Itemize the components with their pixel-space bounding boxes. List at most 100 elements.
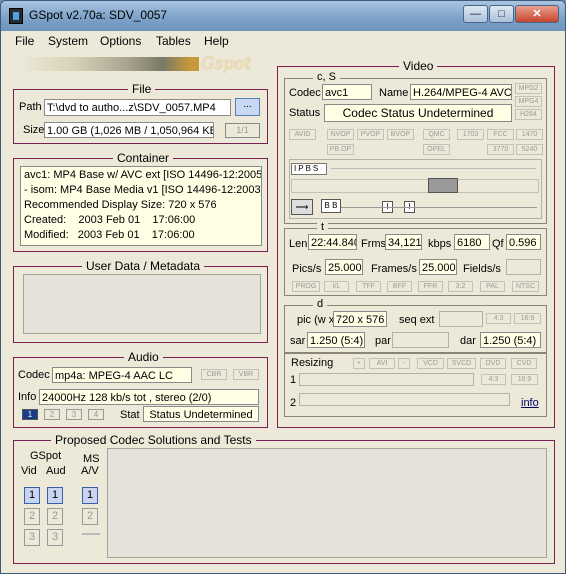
frame-type-p: P xyxy=(298,164,306,173)
video-status-label: Status xyxy=(289,107,321,119)
gspot-vid-1-button[interactable]: 1 xyxy=(24,487,40,504)
video-codec-field: avc1 xyxy=(322,84,372,100)
vid-label: Vid xyxy=(21,465,37,477)
frames-label: Frames/s xyxy=(371,263,417,275)
badge-32: 3:2 xyxy=(448,281,473,292)
audio-stream-4[interactable]: 4 xyxy=(88,409,104,420)
app-icon xyxy=(9,8,23,24)
badge-pal: PAL xyxy=(480,281,505,292)
resize-minus-button[interactable]: - xyxy=(398,358,410,369)
resize-cvd-button[interactable]: CVD xyxy=(511,358,537,369)
browse-button[interactable]: ... xyxy=(235,98,260,116)
gspot-vid-2-button[interactable]: 2 xyxy=(24,508,40,525)
resize-row2-field xyxy=(299,393,510,406)
len-field: 22:44.840 xyxy=(308,234,357,250)
video-name-label: Name xyxy=(379,87,409,99)
flag-1703: 1703 xyxy=(457,129,484,140)
flag-pvop: PVOP xyxy=(357,129,384,140)
flag-avid: AVID xyxy=(289,129,316,140)
dar-label: dar xyxy=(460,335,476,347)
audio-stream-2[interactable]: 2 xyxy=(44,409,60,420)
seqext-field xyxy=(439,311,483,327)
userdata-legend: User Data / Metadata xyxy=(82,259,205,273)
info-link[interactable]: info xyxy=(521,397,539,409)
fields-label: Fields/s xyxy=(463,263,501,275)
kbps-label: kbps xyxy=(428,238,452,250)
audio-stream-1[interactable]: 1 xyxy=(22,409,38,420)
gop-track xyxy=(291,179,539,193)
resize-plus-button[interactable]: + xyxy=(353,358,365,369)
badge-prog: PROG xyxy=(292,281,320,292)
cs-legend: c, S xyxy=(313,71,340,83)
gspot-aud-3-button[interactable]: 3 xyxy=(47,529,63,546)
sar-field: 1.250 (5:4) xyxy=(307,332,365,348)
flag-3770: 3770 xyxy=(487,144,514,155)
resizing-label: Resizing xyxy=(291,357,334,369)
flag-bvop: BVOP xyxy=(387,129,414,140)
badge-il: I/L xyxy=(324,281,349,292)
size-label: Size xyxy=(23,124,45,136)
path-field[interactable]: T:\dvd to autho...z\SDV_0057.MP4 xyxy=(44,99,231,116)
gspot-logo: Gspot xyxy=(201,54,252,74)
menu-help[interactable]: Help xyxy=(204,34,229,48)
container-info: avc1: MP4 Base w/ AVC ext [ISO 14496-12:… xyxy=(20,166,262,246)
vbr-badge: VBR xyxy=(233,369,259,380)
flag-pbop: PB OP xyxy=(327,144,354,155)
video-codec-label: Codec xyxy=(289,87,321,99)
app-window: GSpot v2.70a: SDV_0057 — □ ✕ File System… xyxy=(0,0,566,574)
minimize-button[interactable]: — xyxy=(463,5,488,23)
close-button[interactable]: ✕ xyxy=(515,5,559,23)
seqext-label: seq ext xyxy=(399,314,435,326)
menu-tables[interactable]: Tables xyxy=(156,34,191,48)
page-indicator[interactable]: 1/1 xyxy=(225,123,260,138)
qf-label: Qf xyxy=(492,238,504,250)
container-line: Created: 2003 Feb 01 17:06:00 xyxy=(24,214,196,226)
resize-dvd-button[interactable]: DVD xyxy=(480,358,506,369)
maximize-button[interactable]: □ xyxy=(489,5,514,23)
gspot-vid-3-button[interactable]: 3 xyxy=(24,529,40,546)
len-label: Len xyxy=(289,238,308,250)
container-line: Recommended Display Size: 720 x 576 xyxy=(24,199,217,211)
pic-field: 720 x 576 xyxy=(333,311,387,327)
resize-avi-button[interactable]: AVI xyxy=(369,358,395,369)
aud-label: Aud xyxy=(46,465,66,477)
resize-row1-label: 1 xyxy=(290,374,297,386)
pic-label: pic (w x xyxy=(297,314,335,326)
menu-options[interactable]: Options xyxy=(100,34,141,48)
ms-av-2-button[interactable]: 2 xyxy=(82,508,98,525)
resize-vcd-button[interactable]: VCD xyxy=(417,358,444,369)
logo-gradient xyxy=(19,57,199,71)
scan-icon[interactable]: ⟶ xyxy=(291,199,313,215)
window-title: GSpot v2.70a: SDV_0057 xyxy=(29,8,168,22)
kbps-field: 6180 xyxy=(454,234,490,250)
frms-field: 34,121 xyxy=(385,234,422,250)
audio-stat-field: Status Undetermined xyxy=(143,406,259,422)
flag-nvop: NVOP xyxy=(327,129,354,140)
badge-ffr: FFR xyxy=(418,281,443,292)
sar-label: sar xyxy=(290,335,306,347)
menu-system[interactable]: System xyxy=(48,34,88,48)
ms-av-1-button[interactable]: 1 xyxy=(82,487,98,504)
row1-16-9-badge: 16:9 xyxy=(511,374,538,385)
badge-bff: BFF xyxy=(387,281,412,292)
container-line: avc1: MP4 Base w/ AVC ext [ISO 14496-12:… xyxy=(24,169,262,181)
audio-info-label: Info xyxy=(18,391,37,403)
video-name-field: H.264/MPEG-4 AVC xyxy=(410,84,512,100)
audio-codec-field: mp4a: MPEG-4 AAC LC xyxy=(52,367,192,383)
flag-5240: 5240 xyxy=(516,144,543,155)
file-legend: File xyxy=(128,82,156,96)
audio-stream-3[interactable]: 3 xyxy=(66,409,82,420)
video-legend: Video xyxy=(399,59,438,73)
gop-baseline xyxy=(341,207,537,208)
h264-badge: H264 xyxy=(515,109,542,120)
gspot-aud-1-button[interactable]: 1 xyxy=(47,487,63,504)
resize-row1-field xyxy=(299,373,474,386)
gop-arrow-icon[interactable] xyxy=(428,178,458,193)
row1-4-3-badge: 4:3 xyxy=(481,374,506,385)
menu-file[interactable]: File xyxy=(15,34,34,48)
pics-field: 25.000 xyxy=(325,259,363,275)
gspot-label: GSpot xyxy=(30,450,62,462)
frame-type-s: S xyxy=(312,164,321,173)
resize-svcd-button[interactable]: SVCD xyxy=(447,358,476,369)
gspot-aud-2-button[interactable]: 2 xyxy=(47,508,63,525)
